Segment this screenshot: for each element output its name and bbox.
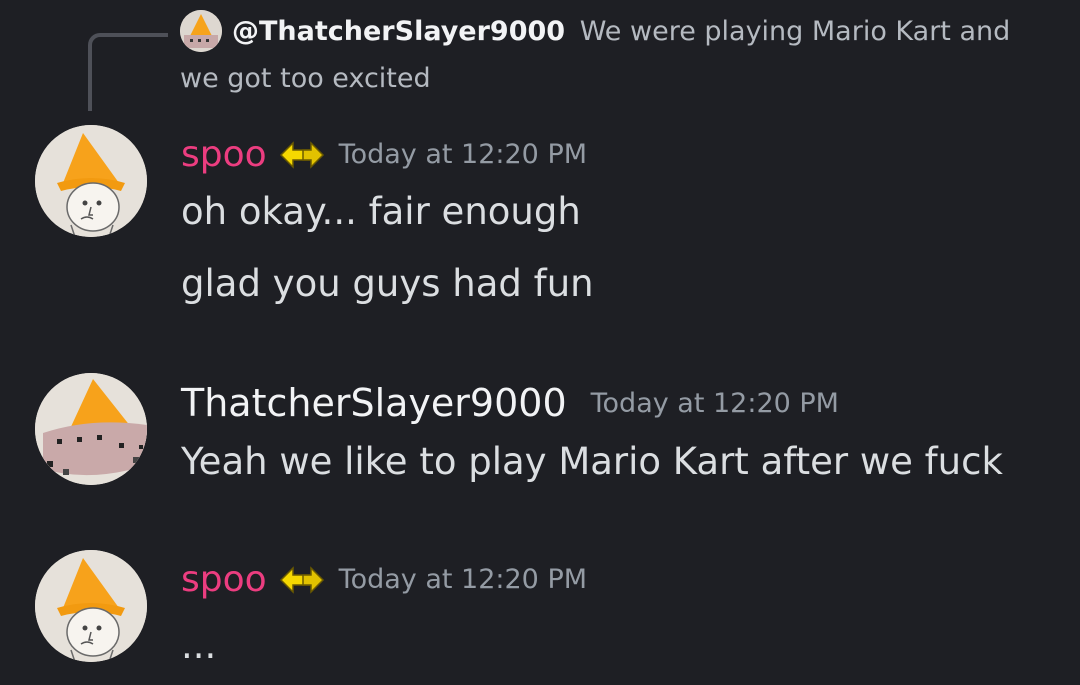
message-header: spoo Today at 12:20 PM <box>181 559 587 600</box>
message-text: glad you guys had fun <box>181 262 594 305</box>
swap-arrows-icon[interactable] <box>279 563 325 597</box>
message-text: oh okay... fair enough <box>181 190 581 233</box>
avatar-thatcher[interactable] <box>35 373 147 485</box>
reply-avatar[interactable] <box>180 10 222 52</box>
message-header: spoo Today at 12:20 PM <box>181 134 587 175</box>
message-timestamp[interactable]: Today at 12:20 PM <box>591 388 839 419</box>
reply-author[interactable]: @ThatcherSlayer9000 <box>232 16 565 47</box>
author-name[interactable]: spoo <box>181 559 267 600</box>
reply-text-line1: We were playing Mario Kart and <box>579 16 1011 47</box>
reply-text-line2: we got too excited <box>180 63 431 94</box>
chat-log: @ThatcherSlayer9000 We were playing Mari… <box>0 0 1080 685</box>
message-timestamp[interactable]: Today at 12:20 PM <box>339 564 587 595</box>
reply-connector-line <box>88 33 168 111</box>
message-timestamp[interactable]: Today at 12:20 PM <box>339 139 587 170</box>
avatar-spoo[interactable] <box>35 125 147 237</box>
swap-arrows-icon[interactable] <box>279 138 325 172</box>
message-text: ... <box>181 624 217 667</box>
author-name[interactable]: ThatcherSlayer9000 <box>181 381 567 425</box>
reply-preview[interactable]: @ThatcherSlayer9000 We were playing Mari… <box>180 8 1060 102</box>
avatar-spoo[interactable] <box>35 550 147 662</box>
message-text: Yeah we like to play Mario Kart after we… <box>181 440 1003 483</box>
author-name[interactable]: spoo <box>181 134 267 175</box>
message-header: ThatcherSlayer9000 Today at 12:20 PM <box>181 381 839 425</box>
